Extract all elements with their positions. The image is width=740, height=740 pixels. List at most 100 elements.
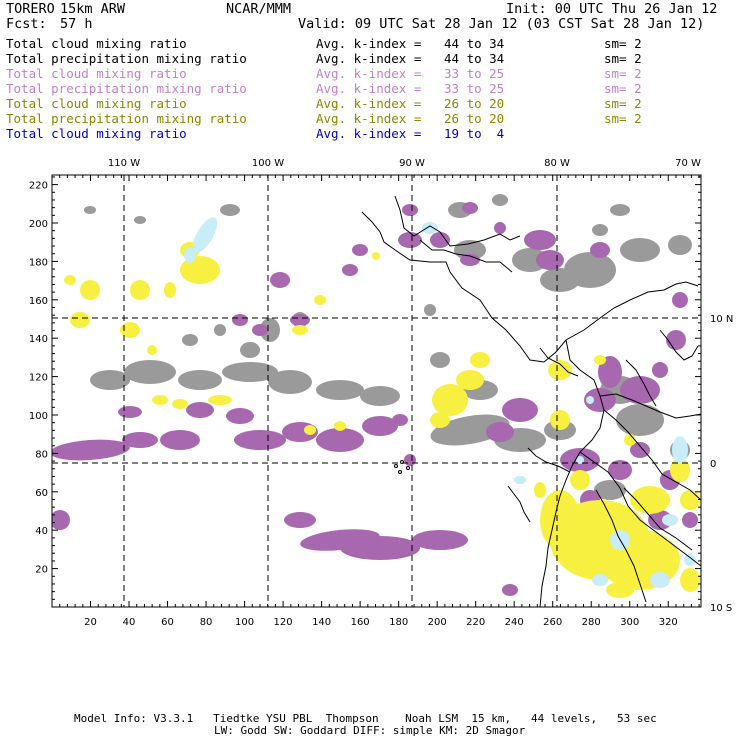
x-tick-label: 140 [312, 617, 331, 628]
purple-cloud-patch [652, 362, 668, 378]
purple-cloud-patch [502, 398, 538, 422]
purple-cloud-patch [682, 512, 698, 528]
gray-cloud-patch [178, 370, 222, 390]
lightblue-cloud-patch [592, 574, 608, 586]
purple-cloud-patch [672, 292, 688, 308]
purple-cloud-patch [524, 230, 556, 250]
yellow-cloud-patch [534, 482, 546, 498]
lightblue-cloud-patch [662, 514, 678, 526]
x-tick-label: 160 [351, 617, 370, 628]
yellow-cloud-patch [456, 370, 484, 390]
gray-cloud-patch [492, 194, 508, 206]
gray-cloud-patch [124, 360, 176, 384]
gray-cloud-patch [424, 304, 436, 316]
yellow-cloud-patch [152, 395, 168, 405]
lightblue-cloud-patch [650, 572, 670, 588]
x-tick-label: 100 [235, 617, 254, 628]
x-tick-label: 260 [543, 617, 562, 628]
longitude-label: 90 W [399, 158, 425, 169]
gray-cloud-patch [214, 324, 226, 336]
yellow-cloud-patch [172, 399, 188, 409]
yellow-cloud-patch [64, 275, 76, 285]
gray-cloud-patch [592, 224, 608, 236]
yellow-cloud-patch [70, 312, 90, 328]
yellow-cloud-patch [432, 384, 468, 416]
yellow-cloud-patch [208, 395, 232, 405]
purple-cloud-patch [118, 406, 142, 418]
yellow-cloud-patch [120, 322, 140, 338]
purple-cloud-patch [316, 428, 364, 452]
gray-cloud-patch [84, 206, 96, 214]
y-tick-label: 100 [29, 411, 48, 422]
purple-cloud-patch [402, 204, 418, 216]
gray-cloud-patch [182, 334, 198, 346]
lightblue-cloud-patch [184, 247, 196, 263]
gray-cloud-patch [240, 342, 260, 358]
gray-cloud-patch [360, 386, 400, 406]
yellow-cloud-patch [550, 410, 570, 430]
yellow-cloud-patch [570, 470, 590, 490]
purple-cloud-patch [666, 330, 686, 350]
purple-cloud-patch [232, 314, 248, 326]
yellow-cloud-patch [334, 421, 346, 431]
yellow-cloud-patch [606, 582, 634, 598]
lightblue-cloud-patch [672, 436, 688, 464]
purple-cloud-patch [494, 222, 506, 234]
x-tick-label: 240 [505, 617, 524, 628]
purple-cloud-patch [340, 536, 420, 560]
purple-cloud-patch [52, 510, 70, 530]
y-tick-label: 140 [29, 334, 48, 345]
x-tick-label: 180 [389, 617, 408, 628]
y-tick-label: 60 [35, 488, 48, 499]
yellow-cloud-patch [470, 352, 490, 368]
x-tick-label: 220 [466, 617, 485, 628]
gray-cloud-patch [668, 235, 692, 255]
yellow-cloud-patch [548, 360, 572, 380]
purple-cloud-patch [122, 432, 158, 448]
gray-cloud-patch [620, 238, 660, 262]
latitude-label: 10 N [710, 314, 733, 325]
x-tick-label: 280 [582, 617, 601, 628]
purple-cloud-patch [342, 264, 358, 276]
purple-cloud-patch [392, 414, 408, 426]
lightblue-cloud-patch [684, 554, 696, 566]
x-tick-label: 300 [620, 617, 639, 628]
longitude-label: 100 W [252, 158, 284, 169]
weather-map: 20 40 60 80 100 120 140 160 180 200 220 240 260 280 30… [29, 158, 733, 628]
map-plot-area [52, 175, 701, 607]
yellow-cloud-patch [680, 490, 700, 510]
purple-cloud-patch [284, 512, 316, 528]
purple-cloud-patch [234, 430, 286, 450]
lightblue-cloud-patch [586, 396, 594, 404]
yellow-cloud-patch [147, 345, 157, 355]
gray-cloud-patch [268, 370, 312, 394]
yellow-cloud-patch [594, 355, 606, 365]
purple-cloud-patch [270, 272, 290, 288]
y-tick-label: 20 [35, 565, 48, 576]
gray-cloud-patch [616, 404, 664, 436]
y-tick-label: 40 [35, 526, 48, 537]
purple-cloud-patch [430, 232, 450, 248]
gray-cloud-patch [430, 352, 450, 368]
x-tick-label: 40 [123, 617, 136, 628]
purple-cloud-patch [620, 376, 660, 404]
purple-cloud-patch [536, 250, 564, 270]
lightblue-cloud-patch [422, 222, 438, 234]
x-tick-label: 120 [274, 617, 293, 628]
x-tick-label: 60 [161, 617, 174, 628]
purple-cloud-patch [160, 430, 200, 450]
purple-cloud-patch [502, 584, 518, 596]
yellow-cloud-patch [292, 325, 308, 335]
yellow-cloud-patch [430, 412, 450, 428]
gray-cloud-patch [134, 216, 146, 224]
x-tick-label: 20 [84, 617, 97, 628]
lightblue-cloud-patch [514, 476, 526, 484]
latitude-label: 0 [710, 459, 716, 470]
gray-cloud-patch [610, 204, 630, 216]
purple-cloud-patch [590, 242, 610, 258]
purple-cloud-patch [52, 439, 130, 461]
yellow-cloud-patch [680, 568, 700, 592]
yellow-cloud-patch [540, 490, 580, 550]
purple-cloud-patch [398, 232, 422, 248]
purple-cloud-patch [462, 202, 478, 214]
